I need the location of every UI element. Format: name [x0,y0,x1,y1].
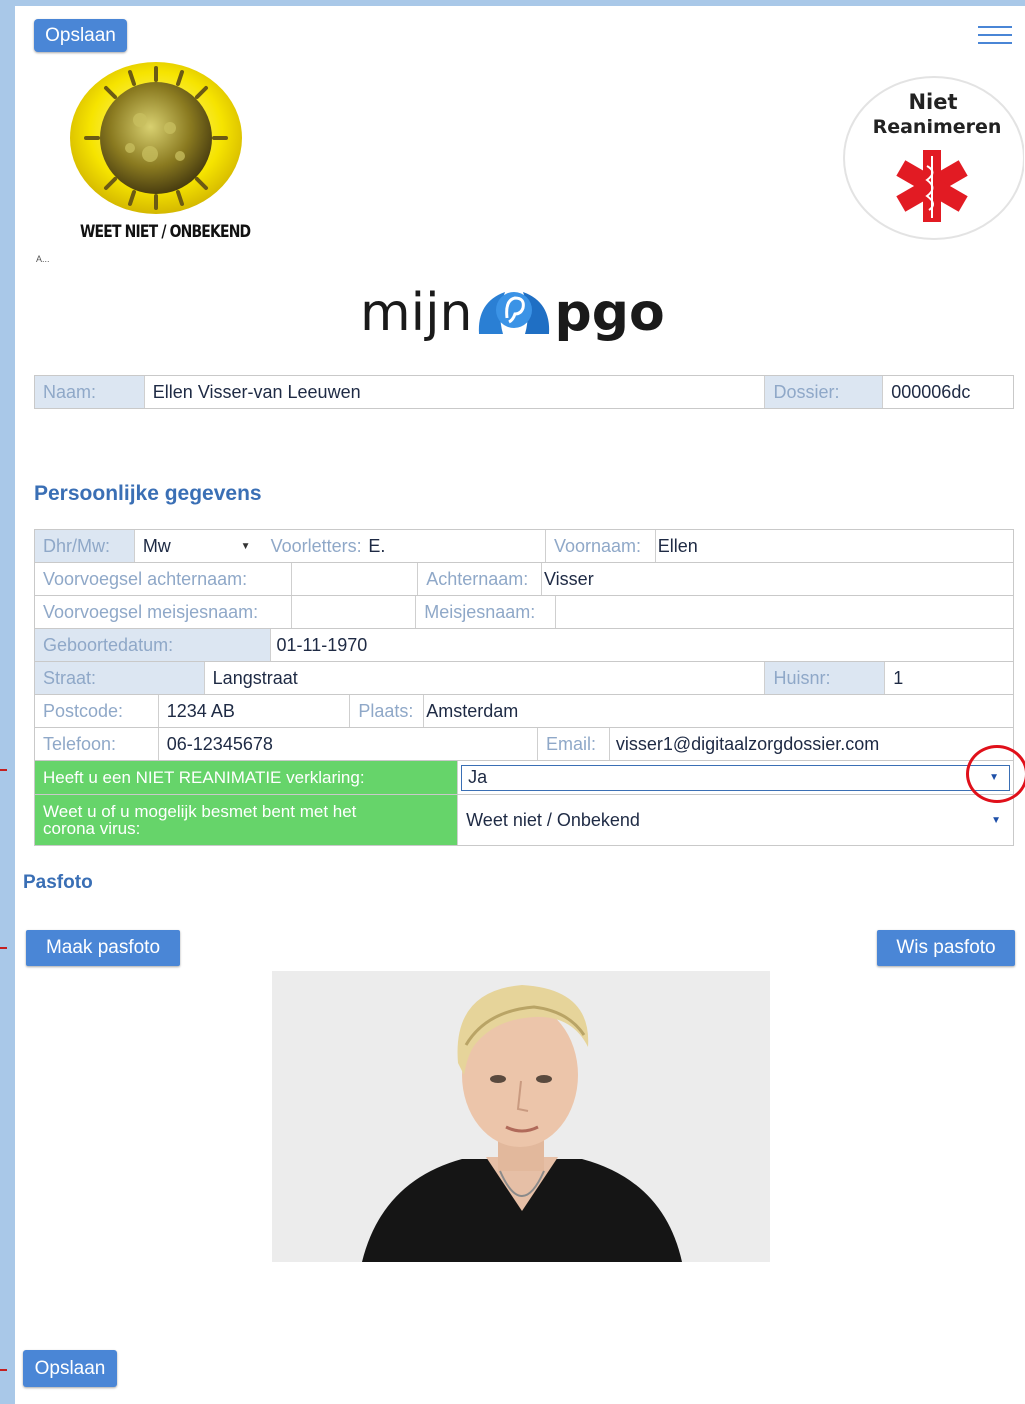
reanimatie-label: Heeft u een NIET REANIMATIE verklaring: [35,761,459,794]
geboortedatum-label: Geboortedatum: [35,629,271,661]
voorvoegsel-achternaam-label: Voorvoegsel achternaam: [35,563,293,595]
corona-status-label: WEET NIET / ONBEKEND [80,222,251,242]
reanimeren-label: Reanimeren [872,116,1002,138]
annotation-arrow-tip [0,769,7,771]
meisjesnaam-label: Meisjesnaam: [416,596,556,628]
telefoon-label: Telefoon: [35,728,159,760]
corona-virus-icon [70,62,242,214]
voornaam-field[interactable]: Ellen [655,530,1013,562]
dhr-mw-select[interactable]: Mw ▼ [134,530,263,562]
chevron-down-icon: ▼ [240,540,251,552]
corona-question-line2: corona virus: [43,819,141,838]
mijnpgo-logo: mijn pgo [360,268,686,358]
form-row-1: Dhr/Mw: Mw ▼ Voorletters: E. Voornaam: E… [34,529,1014,563]
naam-label: Naam: [35,376,145,408]
dhr-mw-label: Dhr/Mw: [35,530,135,562]
corona-question-label: Weet u of u mogelijk besmet bent met het… [35,795,459,845]
huisnr-label: Huisnr: [765,662,886,694]
logo-word-pgo: pgo [554,283,665,343]
voornaam-label: Voornaam: [545,530,656,562]
postcode-label: Postcode: [35,695,159,727]
dhr-mw-value: Mw [142,535,171,556]
patient-header-row: Naam: Ellen Visser-van Leeuwen Dossier: … [34,375,1014,409]
telefoon-field[interactable]: 06-12345678 [158,728,538,760]
plaats-label: Plaats: [350,695,425,727]
voorvoegsel-meisjesnaam-label: Voorvoegsel meisjesnaam: [35,596,293,628]
form-row-6: Postcode: 1234 AB Plaats: Amsterdam [34,694,1014,728]
dossier-label: Dossier: [765,376,884,408]
highlight-circle [966,745,1025,803]
corona-question-line1: Weet u of u mogelijk besmet bent met het [43,802,357,821]
pgo-ear-icon [478,292,549,334]
meisjesnaam-field[interactable] [555,596,1013,628]
voorvoegsel-achternaam-field[interactable] [292,563,419,595]
annotation-arrow-tip [0,947,7,949]
form-row-9: Weet u of u mogelijk besmet bent met het… [34,794,1014,846]
corona-value: Weet niet / Onbekend [466,809,640,830]
achternaam-field[interactable]: Visser [542,563,1013,595]
passport-photo [272,971,770,1262]
niet-reanimeren-badge: Niet Reanimeren [842,76,1025,240]
dossier-field[interactable]: 000006dc [883,376,1013,408]
menu-icon[interactable] [978,26,1012,48]
save-button-bottom[interactable]: Opslaan [23,1350,117,1387]
geboortedatum-field[interactable]: 01-11-1970 [270,629,1013,661]
reanimatie-value: Ja [468,767,488,787]
annotation-arrow-tip [0,1369,7,1371]
voorletters-field[interactable]: E. [360,530,546,562]
email-field[interactable]: visser1@digitaalzorgdossier.com [609,728,1013,760]
form-row-5: Straat: Langstraat Huisnr: 1 [34,661,1014,695]
portrait-image [272,971,770,1262]
voorvoegsel-meisjesnaam-field[interactable] [292,596,417,628]
form-row-8: Heeft u een NIET REANIMATIE verklaring: … [34,760,1014,795]
form-row-7: Telefoon: 06-12345678 Email: visser1@dig… [34,727,1014,761]
plaats-field[interactable]: Amsterdam [424,695,1013,727]
naam-field[interactable]: Ellen Visser-van Leeuwen [144,376,766,408]
take-photo-button[interactable]: Maak pasfoto [26,930,180,966]
chevron-down-icon: ▼ [991,814,1001,826]
postcode-field[interactable]: 1234 AB [158,695,351,727]
section-title: Persoonlijke gegevens [34,482,262,505]
reanimatie-select[interactable]: Ja ▼ [458,761,1013,794]
form-row-4: Geboortedatum: 01-11-1970 [34,628,1014,662]
form-row-3: Voorvoegsel meisjesnaam: Meisjesnaam: [34,595,1014,629]
voorletters-label: Voorletters: [262,530,373,562]
corona-select[interactable]: Weet niet / Onbekend ▼ [458,795,1013,845]
clear-photo-button[interactable]: Wis pasfoto [877,930,1015,966]
straat-field[interactable]: Langstraat [204,662,766,694]
straat-label: Straat: [35,662,205,694]
logo-word-mijn: mijn [360,283,473,343]
email-label: Email: [537,728,610,760]
save-button-top[interactable]: Opslaan [34,19,127,52]
tiny-mark: A... [36,254,50,264]
pasfoto-title: Pasfoto [23,872,93,893]
huisnr-field[interactable]: 1 [885,662,1014,694]
achternaam-label: Achternaam: [418,563,542,595]
niet-label: Niet [908,90,958,114]
form-row-2: Voorvoegsel achternaam: Achternaam: Viss… [34,562,1014,596]
